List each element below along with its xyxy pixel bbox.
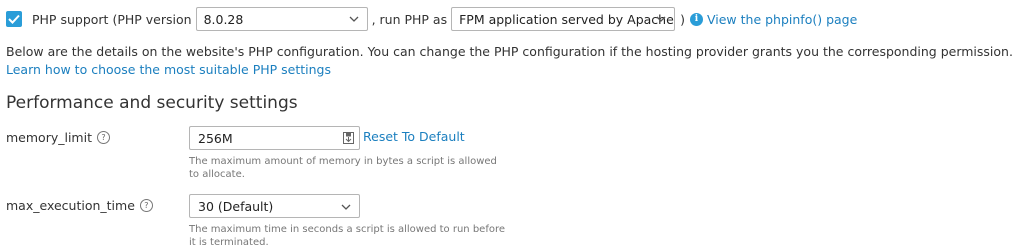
memory-limit-label: memory_limit ? bbox=[6, 130, 110, 145]
save-icon[interactable] bbox=[343, 132, 354, 144]
php-version-select[interactable]: 8.0.28 bbox=[195, 7, 368, 31]
description-text: Below are the details on the website's P… bbox=[6, 43, 1016, 79]
memory-limit-hint: The maximum amount of memory in bytes a … bbox=[189, 156, 497, 180]
chevron-down-icon bbox=[349, 16, 359, 22]
php-version-prefix: (PHP version bbox=[112, 11, 192, 27]
memory-limit-label-text: memory_limit bbox=[6, 130, 92, 145]
max-execution-time-value: 30 (Default) bbox=[198, 198, 274, 214]
memory-limit-input[interactable]: 256M bbox=[189, 126, 360, 150]
php-support-row: PHP support (PHP version 8.0.28 , run PH… bbox=[6, 7, 857, 31]
max-execution-time-select[interactable]: 30 (Default) bbox=[189, 194, 360, 218]
description-body: Below are the details on the website's P… bbox=[6, 44, 1013, 59]
max-execution-time-label-text: max_execution_time bbox=[6, 198, 135, 213]
memory-limit-value: 256M bbox=[198, 130, 233, 146]
php-handler-select[interactable]: FPM application served by Apache bbox=[451, 7, 676, 31]
chevron-down-icon bbox=[656, 16, 666, 22]
help-icon[interactable]: ? bbox=[96, 131, 110, 144]
close-paren: ) bbox=[680, 11, 685, 27]
phpinfo-link[interactable]: View the phpinfo() page bbox=[707, 12, 857, 27]
checkmark-icon bbox=[8, 14, 20, 24]
chevron-down-icon bbox=[341, 204, 351, 210]
php-settings-page: PHP support (PHP version 8.0.28 , run PH… bbox=[0, 0, 1024, 251]
php-support-label: PHP support bbox=[32, 11, 109, 27]
help-icon[interactable]: ? bbox=[139, 199, 153, 212]
learn-more-link[interactable]: Learn how to choose the most suitable PH… bbox=[6, 62, 331, 77]
run-php-as-label: , run PHP as bbox=[371, 11, 448, 27]
max-execution-time-hint: The maximum time in seconds a script is … bbox=[189, 224, 506, 248]
php-version-value: 8.0.28 bbox=[203, 11, 244, 27]
reset-to-default-link[interactable]: Reset To Default bbox=[363, 129, 465, 144]
info-icon: i bbox=[689, 12, 703, 26]
section-title: Performance and security settings bbox=[6, 93, 298, 113]
php-handler-value: FPM application served by Apache bbox=[459, 11, 674, 27]
max-execution-time-label: max_execution_time ? bbox=[6, 198, 153, 213]
php-support-checkbox[interactable] bbox=[6, 11, 22, 27]
